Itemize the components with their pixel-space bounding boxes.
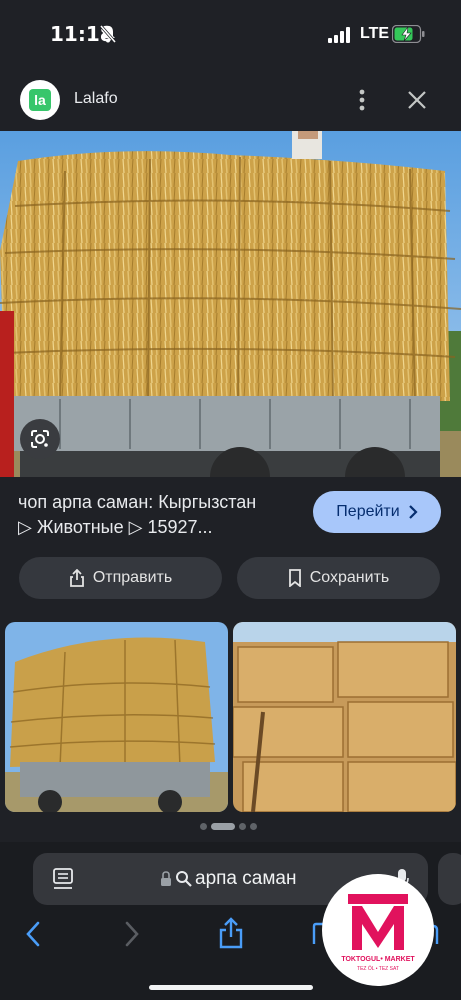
- carousel-dots: [200, 823, 257, 830]
- carousel-dot-active: [211, 823, 235, 830]
- bookmark-icon: [288, 569, 301, 587]
- result-title[interactable]: чоп арпа саман: Кыргызстан ▷ Животные ▷ …: [18, 490, 303, 540]
- next-tab-pill[interactable]: [438, 853, 461, 905]
- badge-tagline: TEZ ÖL • TEZ SAT: [357, 966, 399, 972]
- main-image[interactable]: [0, 131, 461, 477]
- save-button[interactable]: Сохранить: [237, 557, 440, 599]
- site-name[interactable]: Lalafo: [74, 90, 118, 108]
- chevron-right-icon: [408, 505, 418, 519]
- share-label: Отправить: [92, 569, 173, 586]
- address-text: арпа саман: [195, 868, 297, 889]
- share-button[interactable]: Отправить: [19, 557, 222, 599]
- network-type: LTE: [360, 25, 390, 42]
- lalafo-logo[interactable]: la: [20, 80, 60, 120]
- forward-icon[interactable]: [121, 920, 141, 948]
- carousel-dot: [250, 823, 257, 830]
- close-icon[interactable]: [405, 88, 429, 112]
- more-vert-icon[interactable]: [352, 86, 372, 114]
- visit-button[interactable]: Перейти: [313, 491, 441, 533]
- share-icon: [69, 569, 84, 587]
- related-image-1[interactable]: [5, 622, 228, 812]
- search-icon: [176, 871, 192, 887]
- google-lens-button[interactable]: [20, 419, 60, 459]
- bell-slash-icon: [99, 25, 117, 43]
- battery-charging-icon: [392, 25, 425, 43]
- carousel-dot: [239, 823, 246, 830]
- google-lens-icon: [31, 430, 49, 448]
- save-label: Сохранить: [309, 569, 390, 586]
- back-icon[interactable]: [24, 920, 44, 948]
- carousel-dot: [200, 823, 207, 830]
- toktogul-market-logo: TOKTOGUL• MARKET TEZ ÖL • TEZ SAT: [322, 874, 434, 986]
- home-indicator[interactable]: [149, 985, 313, 990]
- status-bar: 11:18 LTE: [0, 0, 461, 70]
- signal-icon: [328, 27, 350, 43]
- reader-icon[interactable]: [53, 868, 73, 890]
- lock-icon: [161, 871, 171, 886]
- result-title-line1: чоп арпа саман: Кыргызстан: [18, 492, 257, 512]
- logo-letters: la: [29, 89, 51, 111]
- share-icon[interactable]: [218, 917, 244, 949]
- visit-label: Перейти: [336, 503, 400, 520]
- related-image-2[interactable]: [233, 622, 456, 812]
- badge-brand: TOKTOGUL• MARKET: [341, 956, 415, 963]
- result-title-line2: ▷ Животные ▷ 15927...: [18, 517, 213, 537]
- source-header: la Lalafo: [0, 72, 461, 128]
